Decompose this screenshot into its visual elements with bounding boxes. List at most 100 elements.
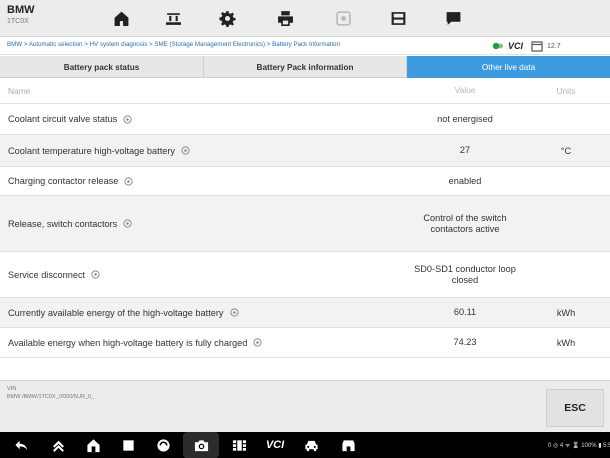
table-row[interactable]: Release, switch contactors Control of th… xyxy=(0,196,610,252)
car-lift-icon xyxy=(165,13,181,25)
vin-label: VIN xyxy=(7,386,17,392)
print-button[interactable] xyxy=(259,0,311,37)
vehicle-swap-button[interactable] xyxy=(147,0,199,37)
settings-button[interactable] xyxy=(201,0,253,37)
connection-icon xyxy=(492,42,503,50)
row-name-text: Charging contactor release xyxy=(8,176,119,186)
table-row[interactable]: Coolant temperature high-voltage battery… xyxy=(0,135,610,167)
table-row[interactable]: Service disconnect SD0-SD1 conductor loo… xyxy=(0,252,610,298)
row-value: 74.23 xyxy=(453,337,477,348)
row-units xyxy=(522,167,610,195)
row-value: Control of the switch contactors active xyxy=(423,212,507,234)
esc-button[interactable]: ESC xyxy=(546,389,604,427)
row-name-text: Coolant temperature high-voltage battery xyxy=(8,145,176,156)
back-arrow-icon xyxy=(14,440,27,450)
info-icon[interactable] xyxy=(123,219,132,228)
info-icon[interactable] xyxy=(181,146,190,155)
row-name: Available energy when high-voltage batte… xyxy=(0,328,408,357)
square-icon xyxy=(122,439,134,451)
row-name-text: Available energy when high-voltage batte… xyxy=(8,337,248,348)
row-name: Charging contactor release xyxy=(0,167,408,195)
shop-icon xyxy=(341,439,355,451)
shop-button[interactable] xyxy=(335,432,361,458)
row-name: Release, switch contactors xyxy=(0,196,408,251)
row-name: Coolant temperature high-voltage battery xyxy=(0,135,408,166)
row-value: enabled xyxy=(448,175,482,186)
vci-status-text: VCI xyxy=(508,41,524,51)
info-icon[interactable] xyxy=(229,308,239,317)
recent-apps-button[interactable] xyxy=(115,432,141,458)
gear-icon xyxy=(218,11,236,27)
vci-status: VCI 12.7 xyxy=(492,40,561,52)
vci-nav-label: VCI xyxy=(265,439,285,451)
vin-path: BMW /BMW/1TC0X_/2000/5UR_0_ xyxy=(7,393,95,400)
row-value: not energised xyxy=(437,113,493,124)
breadcrumb: BMW > Automatic selection > HV system di… xyxy=(7,41,340,48)
message-icon xyxy=(446,12,460,25)
double-chevron-up-icon xyxy=(52,440,64,452)
row-units: kWh xyxy=(556,337,576,348)
table-row[interactable]: Available energy when high-voltage batte… xyxy=(0,328,610,358)
column-header-value: Value xyxy=(454,85,476,96)
info-icon[interactable] xyxy=(123,114,132,124)
table-row[interactable]: Charging contactor release enabled xyxy=(0,167,610,196)
android-home-button[interactable] xyxy=(80,432,106,458)
vehicle-menu-button[interactable] xyxy=(298,432,324,458)
car-icon xyxy=(304,440,318,451)
tab-battery-pack-status[interactable]: Battery pack status xyxy=(0,56,204,78)
info-icon[interactable] xyxy=(124,176,133,186)
film-icon xyxy=(232,439,246,451)
home-nav-button[interactable] xyxy=(45,432,71,458)
browser-button[interactable] xyxy=(150,432,176,458)
camera-icon xyxy=(194,439,208,451)
home-icon xyxy=(114,11,128,26)
table-header-row: Name Value Units xyxy=(0,79,610,104)
row-name-text: Coolant circuit valve status xyxy=(8,114,118,124)
help-button[interactable] xyxy=(317,0,369,37)
top-toolbar: BMW 1TC0X xyxy=(0,0,610,37)
tab-bar: Battery pack status Battery Pack informa… xyxy=(0,56,610,78)
browser-icon xyxy=(156,438,170,452)
row-name: Coolant circuit valve status xyxy=(0,104,408,134)
vehicle-model: 1TC0X xyxy=(7,18,29,25)
row-units xyxy=(522,196,610,251)
table-row[interactable]: Currently available energy of the high-v… xyxy=(0,298,610,328)
info-icon[interactable] xyxy=(253,338,262,347)
android-navbar: VCI 0 ◎ 4 ᯤ ⌛ 100% ▮ 5:55 xyxy=(0,432,610,458)
tab-other-live-data[interactable]: Other live data xyxy=(407,56,610,78)
help-icon xyxy=(335,11,351,26)
row-units: kWh xyxy=(556,307,576,318)
row-units xyxy=(522,252,610,297)
home-outline-icon xyxy=(86,438,100,452)
live-data-table: Name Value Units Coolant circuit valve s… xyxy=(0,79,610,358)
breadcrumb-bar: BMW > Automatic selection > HV system di… xyxy=(0,37,610,55)
row-units: °C xyxy=(560,145,572,156)
printer-icon xyxy=(277,11,293,26)
save-button[interactable] xyxy=(372,0,424,37)
row-name-text: Currently available energy of the high-v… xyxy=(8,307,224,318)
screen-record-button[interactable] xyxy=(226,432,252,458)
back-button[interactable] xyxy=(8,432,34,458)
footer-bar: VIN BMW /BMW/1TC0X_/2000/5UR_0_ ESC xyxy=(0,380,610,432)
vehicle-brand: BMW 1TC0X xyxy=(7,4,35,26)
row-name: Service disconnect xyxy=(0,252,408,297)
vci-nav-button[interactable]: VCI xyxy=(258,432,292,458)
row-name-text: Release, switch contactors xyxy=(8,218,118,229)
vehicle-make: BMW xyxy=(7,4,35,16)
row-value: 60.11 xyxy=(453,307,477,318)
status-date: 12.7 xyxy=(547,42,561,50)
row-units xyxy=(522,104,610,134)
row-name: Currently available energy of the high-v… xyxy=(0,298,408,327)
tab-battery-pack-information[interactable]: Battery Pack information xyxy=(204,56,407,78)
data-logging-button[interactable] xyxy=(427,0,479,37)
save-icon xyxy=(391,12,405,25)
home-button[interactable] xyxy=(95,0,147,37)
row-value: SD0-SD1 conductor loop closed xyxy=(414,263,516,285)
table-row[interactable]: Coolant circuit valve status not energis… xyxy=(0,104,610,135)
info-icon[interactable] xyxy=(91,270,100,279)
row-name-text: Service disconnect xyxy=(8,269,86,280)
screenshot-button[interactable] xyxy=(183,432,219,458)
row-value: 27 xyxy=(459,145,471,156)
calendar-icon xyxy=(531,41,543,52)
column-header-name: Name xyxy=(8,86,31,96)
